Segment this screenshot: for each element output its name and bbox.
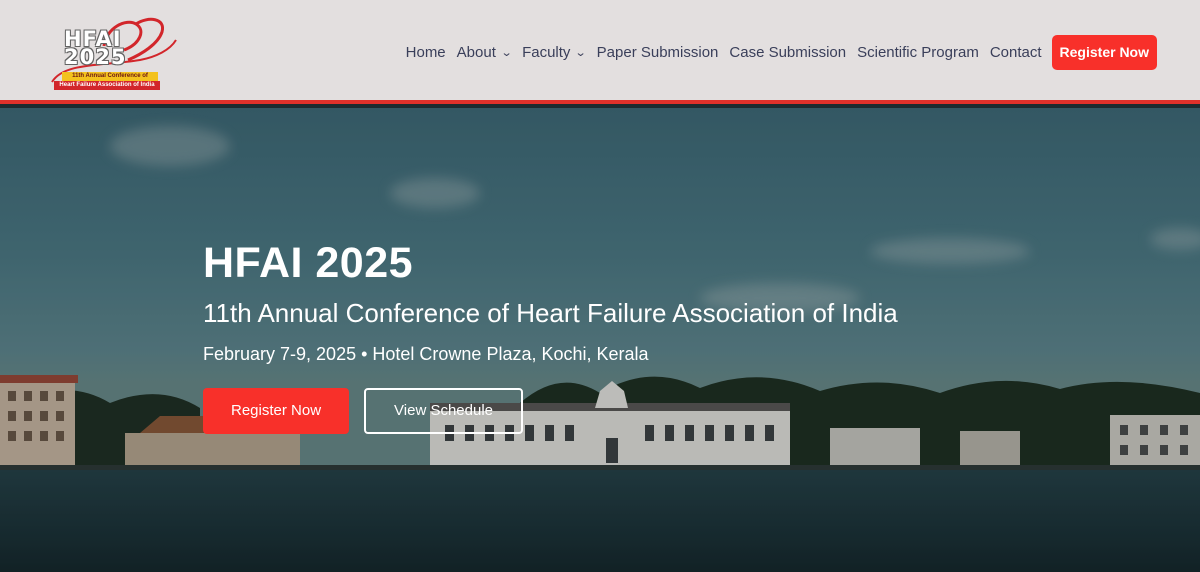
register-now-nav-button[interactable]: Register Now [1051,34,1157,70]
logo-tagline-1: 11th Annual Conference of [62,72,158,81]
chevron-down-icon: ⌄ [500,46,513,59]
logo-tagline-2: Heart Failure Association of India [54,81,160,90]
nav-item-home[interactable]: Home [406,44,446,61]
hfai-logo[interactable]: HFAI 2025 11th Annual Conference of Hear… [44,10,184,92]
hero-subtitle: 11th Annual Conference of Heart Failure … [203,298,898,328]
view-schedule-button[interactable]: View Schedule [364,388,523,434]
nav-item-case-submission[interactable]: Case Submission [729,44,846,61]
nav-item-scientific-program[interactable]: Scientific Program [857,44,979,61]
nav-item-contact[interactable]: Contact [990,44,1042,61]
nav-item-label: Home [405,43,446,61]
nav-item-label: Paper Submission [596,43,719,61]
nav-item-faculty[interactable]: Faculty ⌄ [522,43,588,61]
register-now-button[interactable]: Register Now [203,388,350,434]
hero-actions: Register Now View Schedule [203,388,1003,434]
hero-content: HFAI 2025 11th Annual Conference of Hear… [203,238,1003,434]
nav-item-label: Contact [989,43,1042,61]
nav-item-about[interactable]: About ⌄ [456,43,513,61]
event-date-venue: February 7-9, 2025 • Hotel Crowne Plaza,… [203,344,649,364]
logo-wordmark: HFAI 2025 [64,27,127,69]
chevron-down-icon: ⌄ [575,46,588,59]
nav-item-label: Scientific Program [857,43,979,61]
nav-item-paper-submission[interactable]: Paper Submission [597,44,719,61]
main-nav: Home About ⌄ Faculty ⌄ Paper Submission … [406,34,1157,70]
nav-item-label: Faculty [522,43,571,61]
site-header: HFAI 2025 11th Annual Conference of Hear… [0,0,1200,104]
hero-title: HFAI 2025 [203,239,414,287]
nav-item-label: About [456,43,496,61]
hero-section: HFAI 2025 11th Annual Conference of Hear… [0,108,1200,572]
nav-item-label: Case Submission [729,43,847,61]
